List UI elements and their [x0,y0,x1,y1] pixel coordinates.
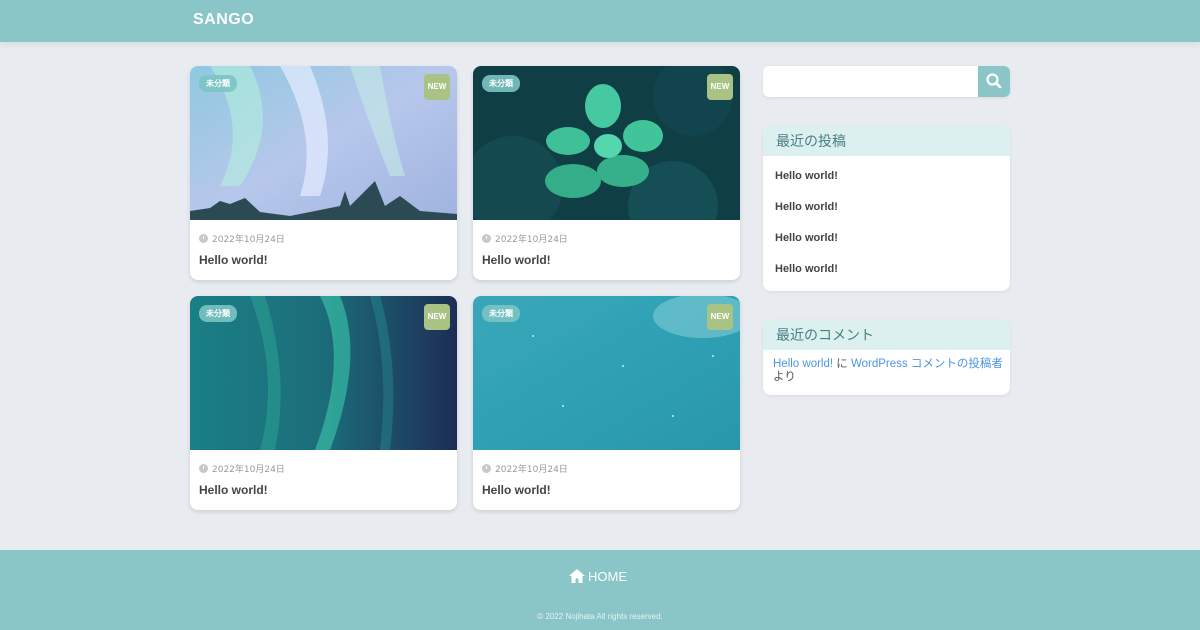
post-thumbnail[interactable]: 未分類 NEW [473,66,740,220]
home-icon [569,569,585,583]
footer-home-link[interactable]: HOME [569,569,627,584]
recent-post-link[interactable]: Hello world! [775,170,838,182]
post-title[interactable]: Hello world! [482,253,551,267]
new-badge: NEW [424,74,450,100]
comment-post-link[interactable]: Hello world! [773,358,833,370]
widget-title: 最近のコメント [763,320,1010,350]
recent-post-link[interactable]: Hello world! [775,263,838,275]
search-input[interactable] [763,66,978,97]
post-thumbnail[interactable]: 未分類 NEW [473,296,740,450]
new-badge: NEW [424,304,450,330]
new-badge: NEW [707,304,733,330]
post-date: 2022年10月24日 [199,232,285,245]
new-badge: NEW [707,74,733,100]
post-card[interactable]: 未分類 NEW 2022年10月24日 Hello world! [473,66,740,280]
post-title[interactable]: Hello world! [199,483,268,497]
category-badge[interactable]: 未分類 [199,75,237,92]
widget-title: 最近の投稿 [763,126,1010,156]
search-button[interactable] [978,66,1010,97]
post-date: 2022年10月24日 [199,462,285,475]
clock-icon [199,464,208,473]
post-thumbnail[interactable]: 未分類 NEW [190,66,457,220]
post-date: 2022年10月24日 [482,232,568,245]
post-card[interactable]: 未分類 NEW 2022年10月24日 Hello world! [473,296,740,510]
post-date: 2022年10月24日 [482,462,568,475]
category-badge[interactable]: 未分類 [482,75,520,92]
comment-suffix: より [773,371,796,383]
recent-post-link[interactable]: Hello world! [775,232,838,244]
post-card[interactable]: 未分類 NEW 2022年10月24日 Hello world! [190,296,457,510]
recent-comment: Hello world! に WordPress コメントの投稿者 より [773,358,1003,384]
copyright-text: © 2022 Nojihata All rights reserved. [537,612,663,621]
search-icon [986,73,1002,89]
recent-comments-widget: 最近のコメント Hello world! に WordPress コメントの投稿… [763,320,1010,395]
clock-icon [482,234,491,243]
site-logo[interactable]: SANGO [193,11,254,29]
post-card[interactable]: 未分類 NEW 2022年10月24日 Hello world! [190,66,457,280]
clock-icon [199,234,208,243]
clock-icon [482,464,491,473]
site-footer: HOME © 2022 Nojihata All rights reserved… [0,550,1200,630]
comment-author-link[interactable]: WordPress コメントの投稿者 [851,358,1003,370]
comment-connector: に [833,358,851,370]
site-header: SANGO [0,0,1200,42]
recent-posts-widget: 最近の投稿 Hello world! Hello world! Hello wo… [763,126,1010,291]
search-form [763,66,1010,97]
category-badge[interactable]: 未分類 [199,305,237,322]
post-title[interactable]: Hello world! [482,483,551,497]
post-title[interactable]: Hello world! [199,253,268,267]
category-badge[interactable]: 未分類 [482,305,520,322]
recent-post-link[interactable]: Hello world! [775,201,838,213]
post-thumbnail[interactable]: 未分類 NEW [190,296,457,450]
